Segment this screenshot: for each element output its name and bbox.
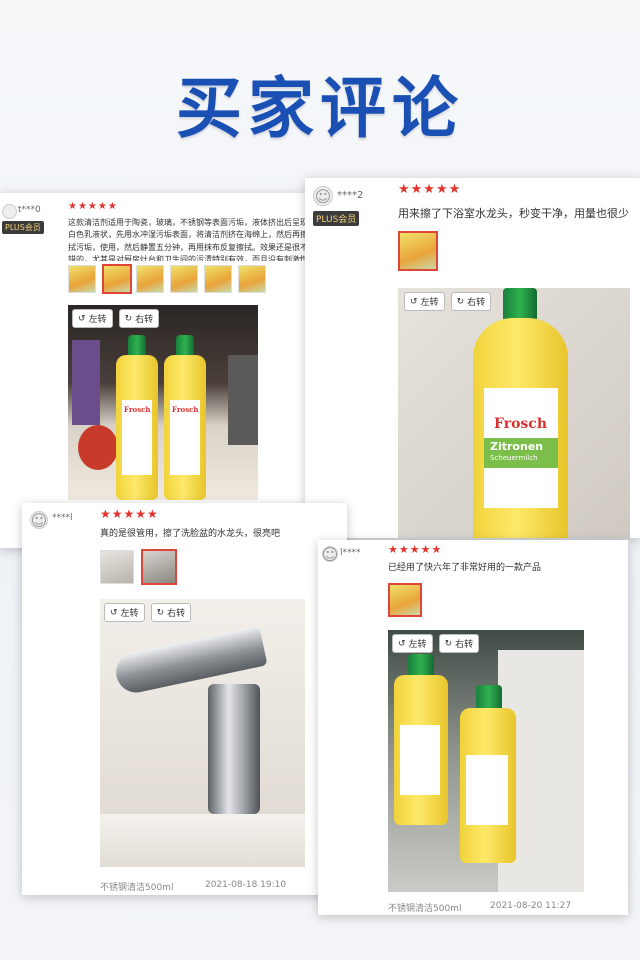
thumbnail-selected[interactable]	[141, 549, 177, 585]
brand-label: Frosch	[494, 416, 547, 432]
rotate-right-icon: ↻	[456, 296, 465, 307]
avatar: ☺	[313, 186, 333, 206]
thumbnail[interactable]	[68, 265, 96, 293]
brand-label: Frosch	[172, 405, 199, 414]
thumbnail-selected[interactable]	[388, 583, 422, 617]
thumbnail[interactable]	[170, 265, 198, 293]
review-text: 已经用了快六年了非常好用的一款产品	[388, 563, 542, 573]
rotate-right-button[interactable]: ↻ 右转	[150, 603, 192, 622]
rotate-right-icon: ↻	[124, 313, 133, 324]
review-text: 用来擦了下浴室水龙头，秒变干净，用量也很少	[398, 207, 629, 220]
rotate-right-icon: ↻	[156, 607, 165, 618]
thumbnail-selected[interactable]	[398, 231, 438, 271]
rotate-left-button[interactable]: ↺ 左转	[404, 292, 445, 311]
thumbnail[interactable]	[136, 265, 164, 293]
review-photo: ↺ 左转 ↻ 右转	[100, 599, 305, 867]
username: ****2	[337, 190, 364, 201]
thumbnail[interactable]	[204, 265, 232, 293]
avatar: ☺	[321, 544, 339, 564]
rotate-right-button[interactable]: ↻ 右转	[450, 292, 492, 311]
review-card-4: ☺ l**** ★★★★★ 已经用了快六年了非常好用的一款产品 ↺ 左转 ↻ 右转 …	[318, 540, 628, 915]
rating-stars: ★★★★★	[388, 543, 443, 556]
rotate-left-button[interactable]: ↺ 左转	[392, 634, 433, 653]
plus-badge: PLUS会员	[2, 221, 44, 234]
rotate-left-icon: ↺	[78, 313, 86, 324]
rotate-right-icon: ↻	[444, 638, 453, 649]
appliance	[228, 355, 258, 445]
rotate-controls: ↺ 左转 ↻ 右转	[392, 634, 480, 653]
rating-stars: ★★★★★	[100, 507, 159, 521]
bottle-cap	[503, 288, 537, 320]
rotate-controls: ↺ 左转 ↻ 右转	[404, 292, 492, 311]
review-card-1: t***0 PLUS会员 ★★★★★ 这款清洁剂适用于陶瓷，玻璃，不锈钢等表面污…	[0, 193, 310, 548]
review-card-2: ☺ ****2 PLUS会员 ★★★★★ 用来擦了下浴室水龙头，秒变干净，用量也…	[305, 178, 640, 538]
rotate-controls: ↺ 左转 ↻ 右转	[72, 309, 160, 328]
tomatoes	[78, 425, 118, 470]
basin	[100, 814, 305, 867]
rotate-controls: ↺ 左转 ↻ 右转	[104, 603, 192, 622]
review-date: 2021-08-20 11:27	[490, 901, 572, 911]
avatar: ☺	[30, 510, 48, 530]
thumbnail[interactable]	[238, 265, 266, 293]
rotate-right-button[interactable]: ↻ 右转	[118, 309, 160, 328]
bottle-cap	[176, 335, 194, 357]
page-title: 买家评论	[176, 70, 464, 147]
jar	[72, 340, 100, 425]
plus-badge: PLUS会员	[313, 211, 360, 226]
username: l****	[340, 548, 361, 558]
bottle-cap	[128, 335, 146, 357]
product-variant: 不锈钢清洁500ml	[100, 883, 174, 893]
product-subname: Scheuermilch	[490, 454, 538, 462]
bottle-label	[400, 725, 440, 795]
faucet-body	[208, 684, 260, 814]
review-photo: ↺ 左转 ↻ 右转	[388, 630, 584, 892]
brand-label: Frosch	[124, 405, 151, 414]
rotate-left-button[interactable]: ↺ 左转	[72, 309, 113, 328]
review-card-3: ☺ ****l ★★★★★ 真的是很管用，擦了洗脸盆的水龙头，很亮吧 ↺ 左转 ↻…	[22, 503, 347, 895]
rotate-right-button[interactable]: ↻ 右转	[438, 634, 480, 653]
review-photo: ↺ 左转 ↻ 右转 Frosch Frosch	[68, 305, 258, 500]
review-text: 这款清洁剂适用于陶瓷，玻璃，不锈钢等表面污垢，液体挤出后呈现白色乳液状，先用水冲…	[68, 218, 308, 261]
avatar	[2, 204, 17, 219]
review-date: 2021-08-18 19:10	[205, 880, 287, 890]
rotate-left-button[interactable]: ↺ 左转	[104, 603, 145, 622]
thumbnail-selected[interactable]	[102, 264, 132, 294]
rotate-left-icon: ↺	[398, 638, 406, 649]
username: t***0	[18, 205, 41, 215]
bottle-label	[466, 755, 508, 825]
review-text: 真的是很管用，擦了洗脸盆的水龙头，很亮吧	[100, 529, 281, 539]
username: ****l	[52, 513, 73, 523]
review-photo: ↺ 左转 ↻ 右转 Frosch Zitronen Scheuermilch	[398, 288, 630, 538]
rotate-left-icon: ↺	[110, 607, 118, 618]
rotate-left-icon: ↺	[410, 296, 418, 307]
rating-stars: ★★★★★	[68, 201, 118, 212]
product-variant: 不锈钢清洁500ml	[388, 904, 462, 914]
product-name: Zitronen	[490, 440, 544, 453]
thumbnail[interactable]	[100, 550, 134, 584]
rating-stars: ★★★★★	[398, 182, 462, 197]
